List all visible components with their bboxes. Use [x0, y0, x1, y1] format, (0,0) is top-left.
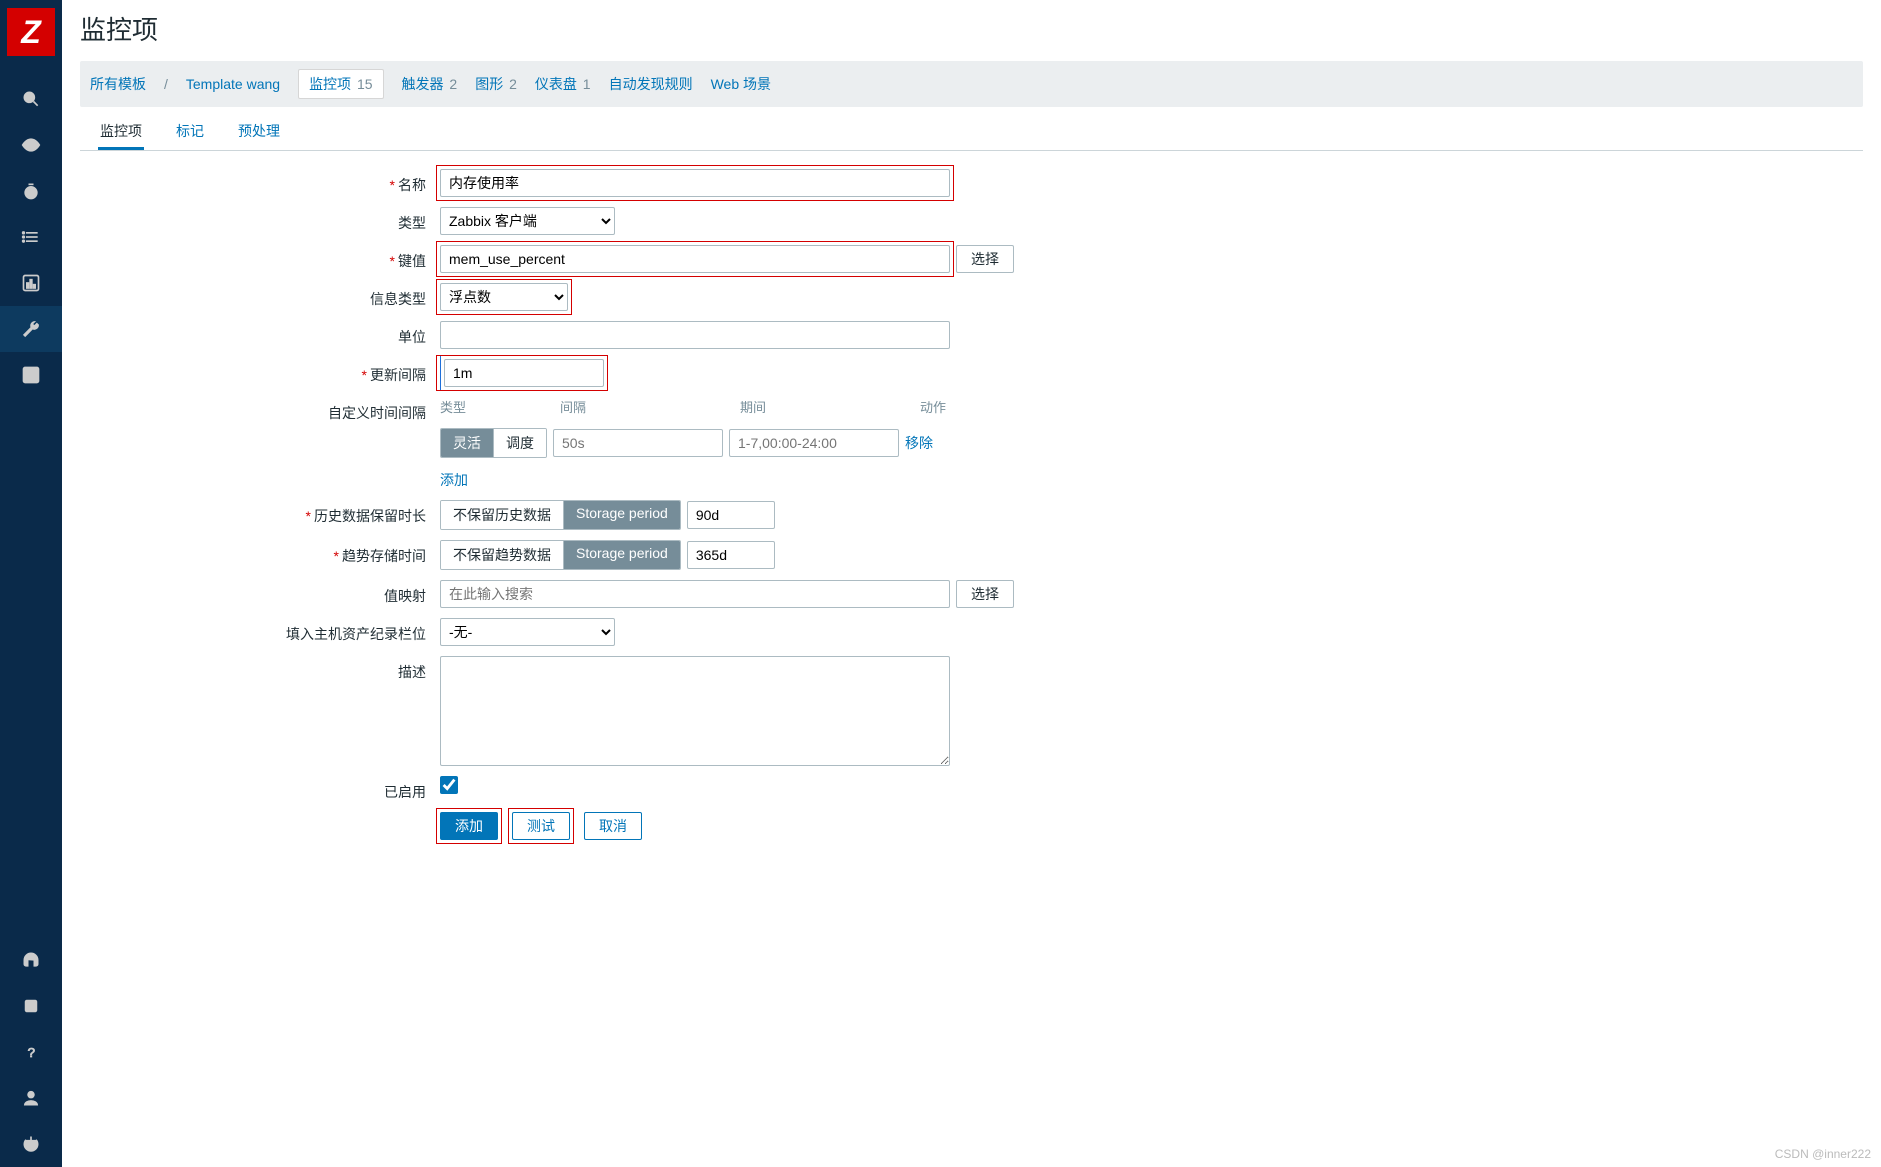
value-map-select-button[interactable]: 选择: [956, 580, 1014, 608]
tab-dashboards[interactable]: 仪表盘 1: [535, 74, 591, 94]
breadcrumb-separator: /: [164, 76, 168, 92]
trends-segment[interactable]: 不保留趋势数据 Storage period: [440, 540, 681, 570]
eye-icon[interactable]: [0, 122, 62, 168]
support-icon[interactable]: [0, 937, 62, 983]
add-button[interactable]: 添加: [440, 812, 498, 840]
gear-icon[interactable]: [0, 352, 62, 398]
svg-text:?: ?: [28, 1045, 35, 1060]
intervals-header: 类型 间隔 期间 动作: [440, 397, 960, 416]
interval-add-link[interactable]: 添加: [440, 472, 468, 488]
label-update-interval: *更新间隔: [80, 359, 440, 385]
interval-delay-input[interactable]: [553, 429, 723, 457]
main-content: 监控项 所有模板 / Template wang 监控项 15 触发器 2 图形…: [62, 0, 1881, 1167]
subtab-item[interactable]: 监控项: [98, 115, 144, 150]
subtabs: 监控项 标记 预处理: [80, 107, 1863, 151]
cancel-button[interactable]: 取消: [584, 812, 642, 840]
power-icon[interactable]: [0, 1121, 62, 1167]
list-icon[interactable]: [0, 214, 62, 260]
label-name: *名称: [80, 169, 440, 195]
subtab-tags[interactable]: 标记: [174, 115, 206, 150]
sidebar: Z ?: [0, 0, 62, 1167]
share-icon[interactable]: [0, 983, 62, 1029]
label-custom-intervals: 自定义时间间隔: [80, 397, 440, 423]
stopwatch-icon[interactable]: [0, 168, 62, 214]
intervals-row: 灵活 调度 移除: [440, 428, 933, 458]
interval-type-segment[interactable]: 灵活 调度: [440, 428, 547, 458]
subtab-preprocessing[interactable]: 预处理: [236, 115, 282, 150]
search-icon[interactable]: [0, 76, 62, 122]
update-interval-input[interactable]: [444, 359, 604, 387]
value-map-input[interactable]: [440, 580, 950, 608]
tab-discovery[interactable]: 自动发现规则: [609, 74, 693, 94]
history-segment[interactable]: 不保留历史数据 Storage period: [440, 500, 681, 530]
breadcrumb-all-templates[interactable]: 所有模板: [90, 74, 146, 94]
label-key: *键值: [80, 245, 440, 271]
breadcrumb-template[interactable]: Template wang: [186, 76, 280, 92]
tab-graphs[interactable]: 图形 2: [475, 74, 517, 94]
tab-web[interactable]: Web 场景: [711, 74, 771, 94]
history-value-input[interactable]: [687, 501, 775, 529]
tab-items[interactable]: 监控项 15: [298, 69, 383, 99]
enabled-checkbox[interactable]: [440, 776, 458, 794]
label-description: 描述: [80, 656, 440, 682]
chart-icon[interactable]: [0, 260, 62, 306]
zabbix-logo[interactable]: Z: [7, 8, 55, 56]
description-textarea[interactable]: [440, 656, 950, 766]
label-history: *历史数据保留时长: [80, 500, 440, 526]
label-trends: *趋势存储时间: [80, 540, 440, 566]
user-icon[interactable]: [0, 1075, 62, 1121]
test-button[interactable]: 测试: [512, 812, 570, 840]
label-enabled: 已启用: [80, 776, 440, 802]
label-type: 类型: [80, 207, 440, 233]
page-title: 监控项: [80, 10, 1863, 47]
help-icon[interactable]: ?: [0, 1029, 62, 1075]
key-select-button[interactable]: 选择: [956, 245, 1014, 273]
interval-period-input[interactable]: [729, 429, 899, 457]
interval-remove-link[interactable]: 移除: [905, 433, 933, 453]
tab-triggers[interactable]: 触发器 2: [402, 74, 458, 94]
label-units: 单位: [80, 321, 440, 347]
inventory-select[interactable]: -无-: [440, 618, 615, 646]
label-info-type: 信息类型: [80, 283, 440, 309]
info-type-select[interactable]: 浮点数: [440, 283, 568, 311]
type-select[interactable]: Zabbix 客户端: [440, 207, 615, 235]
watermark: CSDN @inner222: [1775, 1147, 1871, 1161]
label-value-map: 值映射: [80, 580, 440, 606]
label-inventory: 填入主机资产纪录栏位: [80, 618, 440, 644]
name-input[interactable]: [440, 169, 950, 197]
breadcrumb: 所有模板 / Template wang 监控项 15 触发器 2 图形 2 仪…: [80, 61, 1863, 107]
units-input[interactable]: [440, 321, 950, 349]
wrench-icon[interactable]: [0, 306, 62, 352]
trends-value-input[interactable]: [687, 541, 775, 569]
key-input[interactable]: [440, 245, 950, 273]
